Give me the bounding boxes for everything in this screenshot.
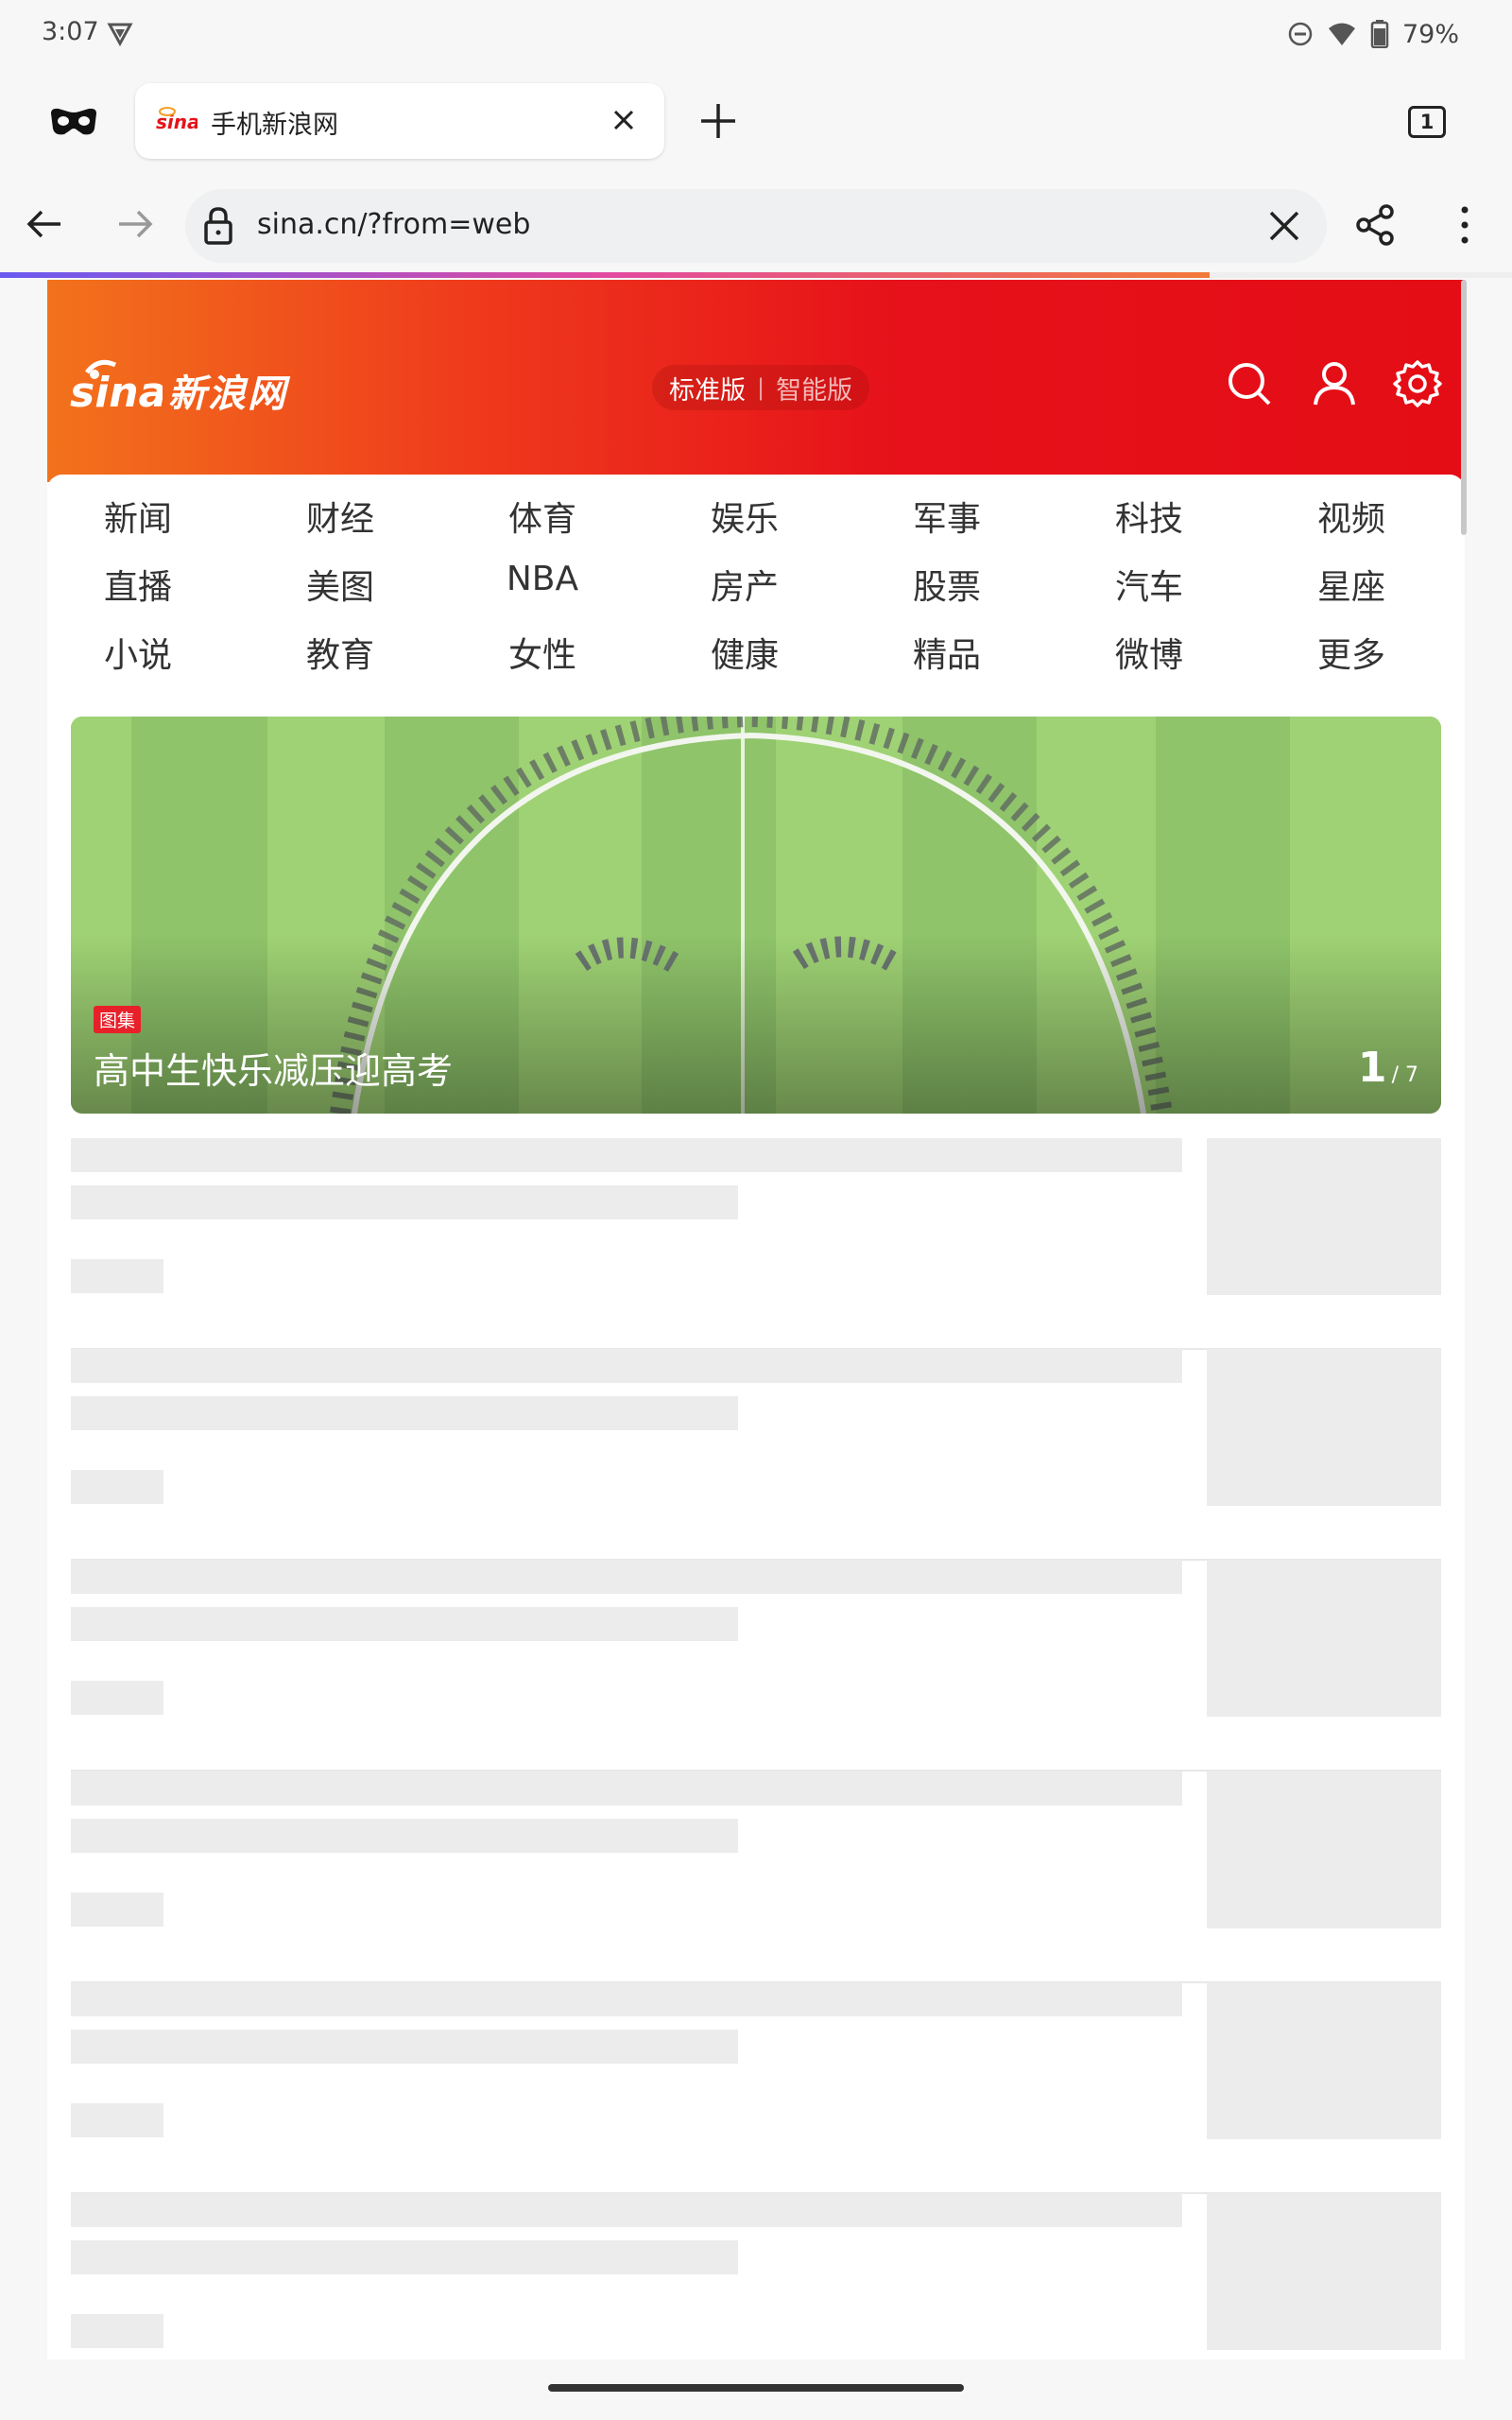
- nav-item[interactable]: 科技: [1092, 492, 1206, 541]
- nav-item[interactable]: 房产: [688, 560, 801, 609]
- do-not-disturb-icon: [1288, 22, 1313, 46]
- nav-item[interactable]: 新闻: [81, 492, 195, 541]
- nav-item[interactable]: 教育: [284, 628, 397, 677]
- loading-placeholder: [71, 1560, 1441, 1772]
- wifi-icon: [1328, 23, 1355, 45]
- loading-placeholder: [71, 1772, 1441, 1983]
- gallery-tag-badge: 图集: [94, 1006, 142, 1033]
- tab-title: 手机新浪网: [211, 111, 338, 140]
- tab-strip: sina 手机新浪网 1: [0, 68, 1512, 172]
- featured-gallery-banner[interactable]: 图集 高中生快乐减压迎高考 1 / 7: [71, 717, 1441, 1114]
- slide-current: 1: [1357, 1044, 1387, 1092]
- loading-placeholder: [71, 2193, 1441, 2360]
- loading-placeholder: [71, 1138, 1441, 1350]
- navigation-gesture-area: [0, 2360, 1512, 2420]
- nav-item[interactable]: NBA: [486, 560, 599, 598]
- nav-item[interactable]: 精品: [890, 628, 1004, 677]
- nav-item[interactable]: 财经: [284, 492, 397, 541]
- forward-arrow-icon[interactable]: [113, 202, 157, 246]
- back-arrow-icon[interactable]: [23, 202, 66, 246]
- nav-item[interactable]: 女性: [486, 628, 599, 677]
- nav-item[interactable]: 美图: [284, 560, 397, 609]
- lock-icon[interactable]: [202, 206, 234, 246]
- address-bar[interactable]: sina.cn/?from=web: [185, 189, 1327, 263]
- home-gesture-bar[interactable]: [548, 2384, 964, 2392]
- loading-placeholder: [71, 1349, 1441, 1561]
- status-bar: 3:07 79%: [0, 0, 1512, 68]
- sina-favicon-icon: sina: [156, 107, 198, 133]
- nav-item[interactable]: 更多: [1295, 628, 1408, 677]
- toolbar: sina.cn/?from=web: [0, 172, 1512, 274]
- share-icon[interactable]: [1353, 202, 1399, 248]
- url-text[interactable]: sina.cn/?from=web: [257, 208, 530, 241]
- sina-logo-mark-icon: sina: [70, 359, 163, 417]
- search-icon[interactable]: [1225, 359, 1274, 408]
- mode-smart[interactable]: 智能版: [776, 370, 852, 406]
- clear-url-icon[interactable]: [1266, 208, 1302, 244]
- nav-item[interactable]: 星座: [1295, 560, 1408, 609]
- nav-item[interactable]: 微博: [1092, 628, 1206, 677]
- nav-item[interactable]: 小说: [81, 628, 195, 677]
- mode-separator: |: [757, 374, 765, 401]
- user-icon[interactable]: [1310, 359, 1359, 408]
- status-icons: 79%: [1287, 15, 1459, 53]
- tab-switcher-button[interactable]: 1: [1408, 106, 1446, 138]
- nav-item[interactable]: 军事: [890, 492, 1004, 541]
- battery-icon: [1370, 20, 1389, 48]
- version-switch[interactable]: 标准版 | 智能版: [652, 365, 870, 410]
- nav-item[interactable]: 健康: [688, 628, 801, 677]
- nav-item[interactable]: 汽车: [1092, 560, 1206, 609]
- channel-nav: 新闻 财经 体育 娱乐 军事 科技 视频 直播 美图 NBA 房产 股票 汽车 …: [47, 475, 1465, 701]
- page-load-progress-fill: [0, 272, 1210, 278]
- banner-title[interactable]: 高中生快乐减压迎高考: [94, 1042, 453, 1094]
- sina-logo[interactable]: sina 新浪网: [68, 352, 314, 427]
- nav-item[interactable]: 直播: [81, 560, 195, 609]
- nav-item[interactable]: 视频: [1295, 492, 1408, 541]
- incognito-icon[interactable]: [49, 106, 98, 140]
- slide-total: / 7: [1391, 1063, 1418, 1087]
- vpn-icon: [107, 23, 133, 47]
- nav-item[interactable]: 股票: [890, 560, 1004, 609]
- battery-percent: 79%: [1401, 19, 1459, 49]
- new-tab-icon[interactable]: [697, 100, 739, 142]
- mode-standard[interactable]: 标准版: [669, 370, 746, 406]
- nav-item[interactable]: 体育: [486, 492, 599, 541]
- close-tab-icon[interactable]: [608, 104, 640, 136]
- tab-active[interactable]: sina 手机新浪网: [135, 83, 664, 159]
- more-options-icon[interactable]: [1446, 202, 1484, 248]
- loading-placeholder: [71, 1982, 1441, 2194]
- page-scrollbar[interactable]: [1461, 280, 1467, 535]
- web-page: sina 新浪网 标准版 | 智能版 新闻 财经 体育 娱乐 军事 科技 视频 …: [47, 280, 1465, 2360]
- settings-gear-icon[interactable]: [1393, 359, 1442, 408]
- slide-counter: 1 / 7: [1358, 1044, 1418, 1092]
- status-time: 3:07: [42, 17, 99, 46]
- logo-text: 新浪网: [168, 372, 287, 416]
- page-load-progress: [0, 272, 1512, 278]
- site-header: sina 新浪网 标准版 | 智能版: [47, 280, 1465, 482]
- nav-item[interactable]: 娱乐: [688, 492, 801, 541]
- svg-text:sina: sina: [70, 369, 163, 417]
